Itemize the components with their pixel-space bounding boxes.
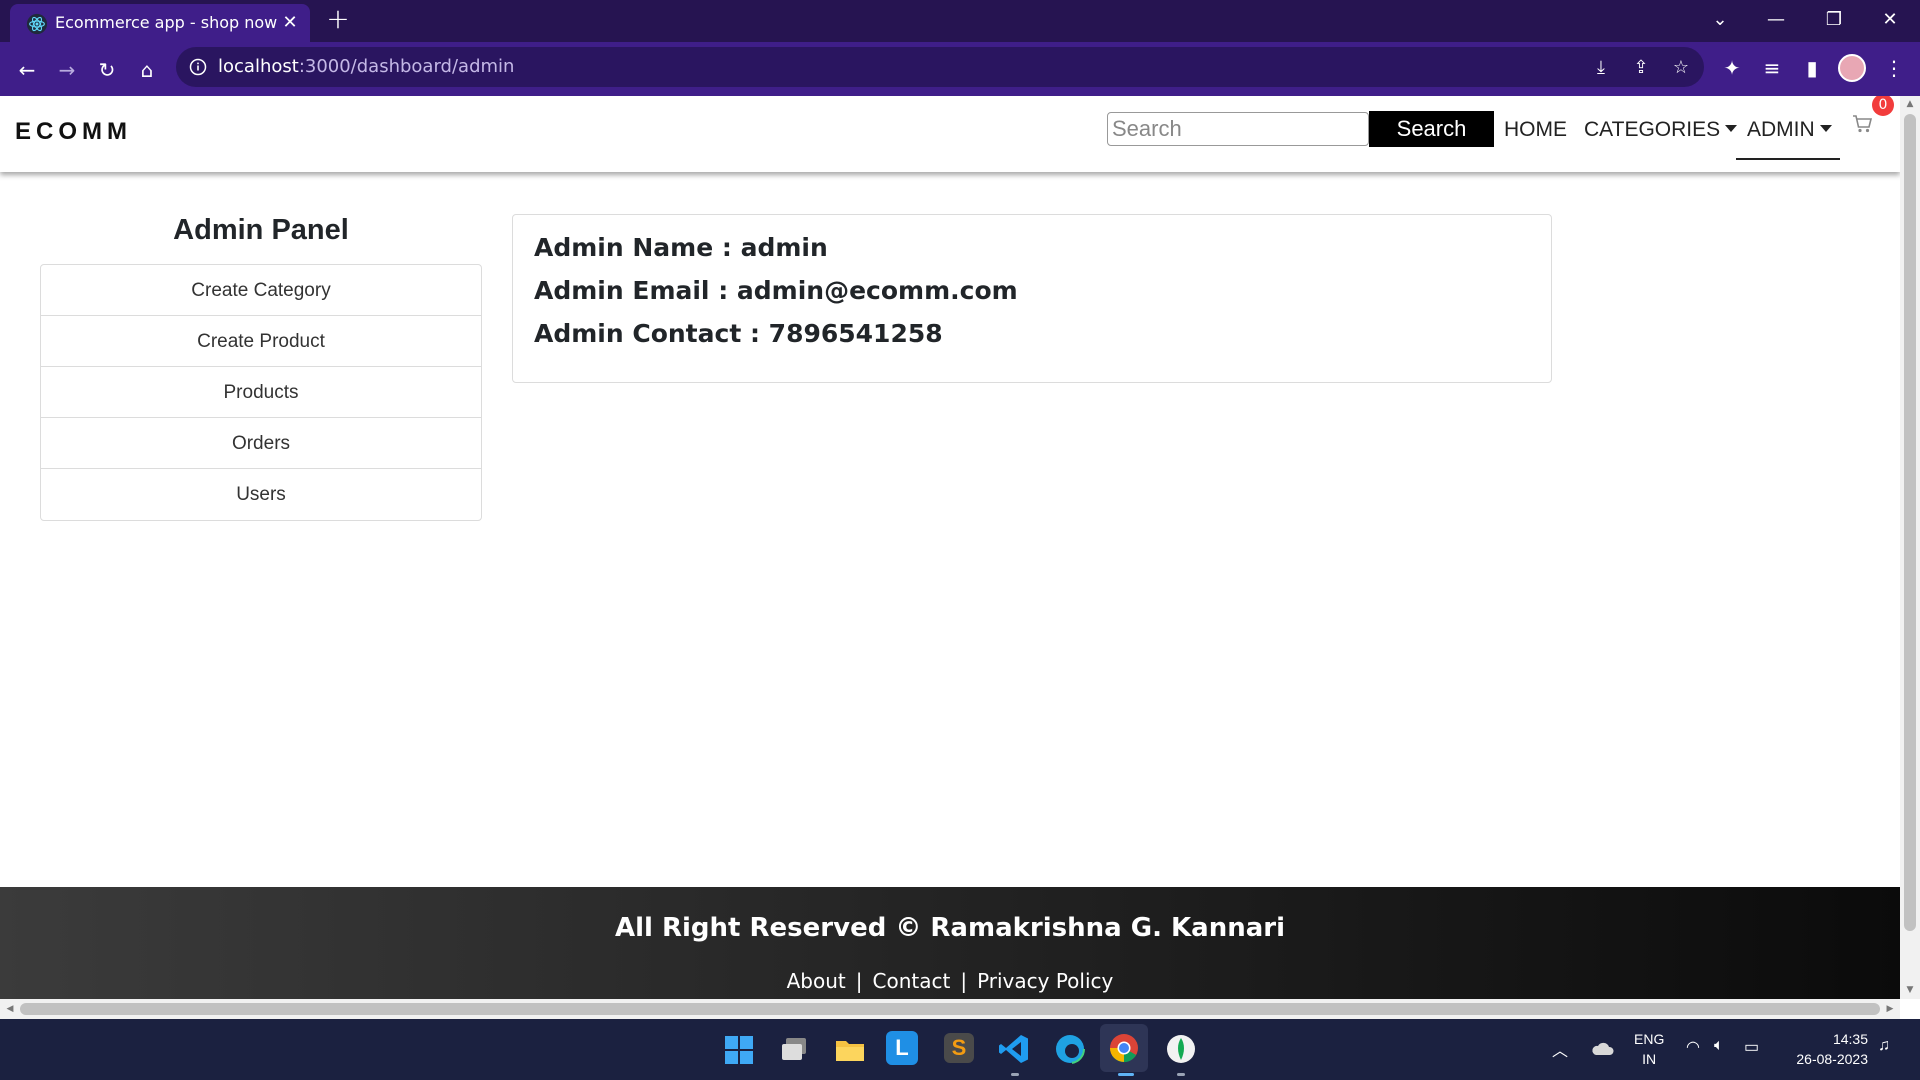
region-code: IN: [1642, 1051, 1657, 1067]
horizontal-scrollbar[interactable]: ◀ ▶: [0, 999, 1900, 1019]
windows-start-icon[interactable]: [724, 1035, 754, 1065]
side-panel-icon[interactable]: ▮: [1796, 52, 1828, 84]
sidebar-item-products[interactable]: Products: [41, 367, 481, 418]
sidebar-item-users[interactable]: Users: [41, 469, 481, 520]
home-icon[interactable]: ⌂: [129, 52, 165, 88]
tab-search-chevron-icon[interactable]: ⌄: [1700, 4, 1740, 36]
vscode-icon[interactable]: [998, 1033, 1030, 1065]
chrome-icon[interactable]: [1108, 1032, 1140, 1064]
running-indicator: [1011, 1073, 1019, 1076]
window-close-icon[interactable]: ✕: [1870, 4, 1910, 36]
tray-overflow-chevron-icon[interactable]: ︿: [1552, 1037, 1568, 1061]
back-icon[interactable]: ←: [9, 52, 45, 88]
clock[interactable]: 14:35 26-08-2023: [1784, 1029, 1868, 1069]
file-explorer-icon[interactable]: [834, 1035, 866, 1065]
browser-tab-strip: Ecommerce app - shop now ✕ + ⌄ — ❐ ✕: [0, 0, 1920, 42]
minimize-icon[interactable]: —: [1756, 4, 1796, 36]
url-text: localhost:3000/dashboard/admin: [218, 56, 514, 77]
nav-categories-dropdown[interactable]: CATEGORIES: [1584, 118, 1738, 142]
tab-close-icon[interactable]: ✕: [278, 10, 302, 36]
tab-title: Ecommerce app - shop now: [55, 13, 278, 32]
nav-home-link[interactable]: HOME: [1504, 118, 1567, 142]
reload-icon[interactable]: ↻: [89, 52, 125, 88]
clock-date: 26-08-2023: [1796, 1051, 1868, 1067]
scroll-down-arrow-icon[interactable]: ▼: [1902, 982, 1918, 998]
search-input[interactable]: [1107, 112, 1369, 146]
sublime-text-icon[interactable]: S: [944, 1033, 974, 1063]
horizontal-scroll-thumb[interactable]: [20, 1003, 1880, 1015]
cart-icon[interactable]: [1852, 114, 1874, 134]
footer-contact-link[interactable]: Contact: [873, 969, 951, 993]
footer-separator: |: [960, 969, 968, 993]
admin-name: Admin Name : admin: [534, 233, 828, 262]
footer-copyright: All Right Reserved © Ramakrishna G. Kann…: [615, 913, 1285, 943]
extensions-icon[interactable]: ✦: [1716, 52, 1748, 84]
active-indicator: [1118, 1073, 1134, 1076]
input-language-indicator[interactable]: ENG IN: [1634, 1029, 1664, 1069]
sidebar-item-orders[interactable]: Orders: [41, 418, 481, 469]
site-info-icon[interactable]: [188, 57, 208, 77]
admin-info-card: Admin Name : admin Admin Email : admin@e…: [512, 214, 1552, 383]
bookmark-star-icon[interactable]: ☆: [1668, 55, 1694, 81]
new-tab-icon[interactable]: +: [324, 5, 352, 34]
scroll-right-arrow-icon[interactable]: ▶: [1882, 1001, 1898, 1017]
footer-links: About | Contact | Privacy Policy: [0, 969, 1900, 993]
scroll-up-arrow-icon[interactable]: ▲: [1902, 96, 1918, 112]
profile-avatar[interactable]: [1838, 54, 1866, 82]
restore-icon[interactable]: ❐: [1814, 4, 1854, 36]
footer-about-link[interactable]: About: [787, 969, 846, 993]
forward-icon[interactable]: →: [49, 52, 85, 88]
share-icon[interactable]: ⇪: [1628, 55, 1654, 81]
windows-taskbar: L S ︿ ENG IN ◠ 🔈︎ ▭ 14:35 26-08-2023 ♫: [0, 1019, 1920, 1080]
admin-contact: Admin Contact : 7896541258: [534, 319, 943, 348]
react-icon: [26, 13, 48, 35]
nav-admin-dropdown[interactable]: ADMIN: [1747, 118, 1832, 142]
scroll-left-arrow-icon[interactable]: ◀: [2, 1001, 18, 1017]
footer-privacy-link[interactable]: Privacy Policy: [977, 969, 1113, 993]
edge-icon[interactable]: [1054, 1033, 1086, 1065]
url-path: :3000/dashboard/admin: [298, 56, 515, 77]
running-indicator: [1177, 1073, 1185, 1076]
admin-sidebar-menu: Create Category Create Product Products …: [40, 264, 482, 521]
sidebar-item-create-category[interactable]: Create Category: [41, 265, 481, 316]
onedrive-cloud-icon[interactable]: [1590, 1039, 1614, 1057]
clock-time: 14:35: [1832, 1031, 1868, 1047]
cart-count-badge: 0: [1872, 96, 1894, 116]
wifi-icon[interactable]: ◠: [1686, 1037, 1700, 1057]
task-view-icon[interactable]: [780, 1035, 810, 1065]
browser-toolbar: ← → ↻ ⌂ localhost:3000/dashboard/admin ⤓…: [0, 42, 1920, 96]
nav-categories-label: CATEGORIES: [1584, 118, 1721, 141]
search-button[interactable]: Search: [1369, 111, 1494, 147]
brand-logo[interactable]: ECOMM: [15, 118, 132, 146]
notification-bell-icon[interactable]: ♫: [1878, 1037, 1890, 1055]
menu-kebab-icon[interactable]: ⋮: [1878, 52, 1910, 84]
install-app-icon[interactable]: ⤓: [1588, 55, 1614, 81]
vertical-scrollbar[interactable]: ▲ ▼: [1900, 96, 1920, 999]
admin-panel-title: Admin Panel: [173, 214, 349, 246]
vertical-scroll-thumb[interactable]: [1904, 114, 1916, 931]
caret-down-icon: [1819, 124, 1832, 132]
active-nav-underline: [1736, 158, 1840, 160]
nav-admin-label: ADMIN: [1747, 118, 1815, 141]
mongodb-compass-icon[interactable]: [1166, 1033, 1196, 1065]
site-header: ECOMM Search HOME CATEGORIES ADMIN 0: [0, 96, 1900, 172]
volume-icon[interactable]: 🔈︎: [1714, 1037, 1724, 1055]
address-bar[interactable]: localhost:3000/dashboard/admin ⤓ ⇪ ☆: [176, 47, 1704, 87]
page-viewport: ECOMM Search HOME CATEGORIES ADMIN 0 Adm…: [0, 96, 1900, 999]
caret-down-icon: [1725, 124, 1738, 132]
sidebar-item-create-product[interactable]: Create Product: [41, 316, 481, 367]
l-app-icon[interactable]: L: [886, 1031, 918, 1065]
browser-tab[interactable]: Ecommerce app - shop now ✕: [10, 4, 310, 42]
language-code: ENG: [1634, 1031, 1665, 1047]
battery-icon[interactable]: ▭: [1744, 1037, 1759, 1057]
footer-separator: |: [855, 969, 863, 993]
media-queue-icon[interactable]: ≡: [1756, 52, 1788, 84]
admin-email: Admin Email : admin@ecomm.com: [534, 276, 1018, 305]
site-footer: All Right Reserved © Ramakrishna G. Kann…: [0, 887, 1900, 999]
url-host: localhost: [218, 56, 299, 77]
